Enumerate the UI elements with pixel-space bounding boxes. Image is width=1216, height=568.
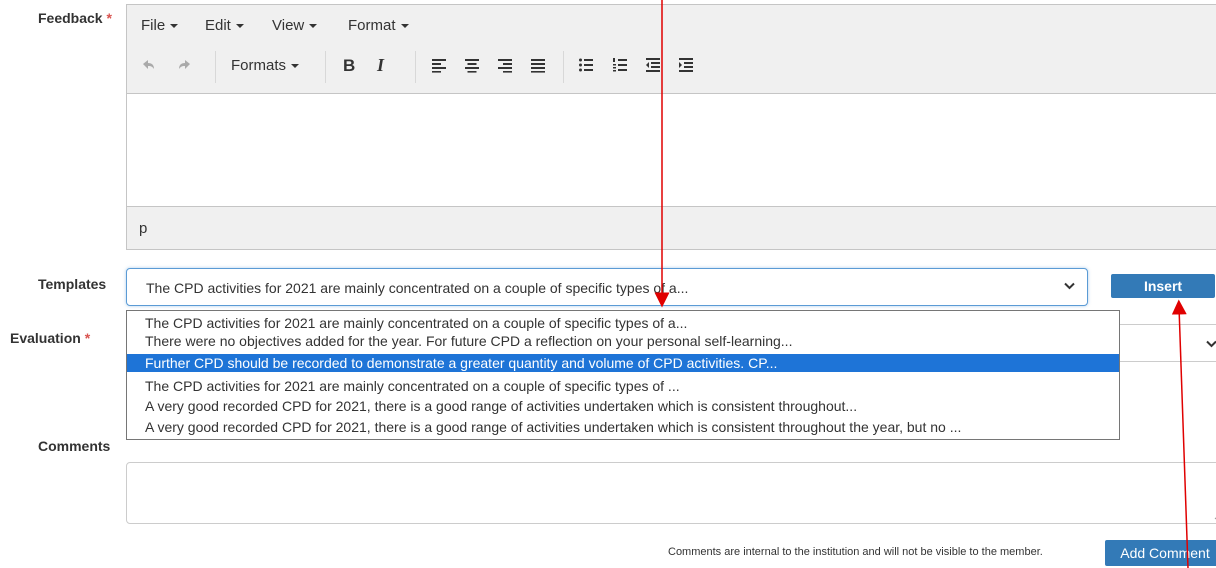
align-left-icon[interactable] [430,56,448,74]
menu-format[interactable]: Format [348,17,409,34]
undo-icon[interactable] [139,56,157,74]
align-center-icon[interactable] [463,56,481,74]
template-option[interactable]: A very good recorded CPD for 2021, there… [127,397,1119,415]
toolbar-divider [563,51,564,83]
templates-selected-value: The CPD activities for 2021 are mainly c… [146,280,689,296]
evaluation-label-text: Evaluation [10,330,81,346]
chevron-down-icon [235,24,244,29]
formats-dropdown[interactable]: Formats [231,57,300,74]
templates-dropdown-list: The CPD activities for 2021 are mainly c… [126,310,1120,440]
chevron-down-icon [291,64,300,69]
template-option[interactable]: A very good recorded CPD for 2021, there… [127,418,1119,436]
comments-note: Comments are internal to the institution… [668,546,1043,558]
template-option[interactable]: There were no objectives added for the y… [127,332,1119,350]
add-comment-button[interactable]: Add Comment [1105,540,1216,566]
templates-select[interactable]: The CPD activities for 2021 are mainly c… [126,268,1088,306]
redo-icon[interactable] [176,56,194,74]
template-option-highlighted[interactable]: Further CPD should be recorded to demons… [127,354,1119,372]
numbered-list-icon[interactable] [611,56,629,74]
menu-format-label: Format [348,17,396,34]
menu-file-label: File [141,17,166,34]
feedback-label: Feedback * [38,10,112,26]
italic-button[interactable]: I [377,55,384,76]
formats-label: Formats [231,57,287,74]
menu-view[interactable]: View [272,17,318,34]
toolbar-divider [415,51,416,83]
comments-textarea[interactable] [126,462,1216,524]
required-mark: * [84,330,91,346]
chevron-down-icon [170,24,179,29]
bold-button[interactable]: B [343,56,355,76]
menu-view-label: View [272,17,305,34]
comments-label: Comments [38,438,111,454]
feedback-label-text: Feedback [38,10,103,26]
toolbar-divider [325,51,326,83]
template-option[interactable]: The CPD activities for 2021 are mainly c… [127,377,1119,395]
menu-edit-label: Edit [205,17,231,34]
insert-button[interactable]: Insert [1111,274,1215,298]
chevron-down-icon [400,24,409,29]
bullet-list-icon[interactable] [577,56,595,74]
element-path[interactable]: p [139,220,147,237]
templates-label: Templates [38,276,107,292]
indent-icon[interactable] [677,56,695,74]
template-option[interactable]: The CPD activities for 2021 are mainly c… [127,314,1119,332]
feedback-editor: File Edit View Format Formats B I p [126,4,1216,250]
menu-file[interactable]: File [141,17,179,34]
outdent-icon[interactable] [644,56,662,74]
editor-statusbar: p [127,206,1216,249]
align-right-icon[interactable] [496,56,514,74]
chevron-down-icon [1206,340,1216,348]
toolbar-divider [215,51,216,83]
chevron-down-icon [1064,282,1075,290]
menu-edit[interactable]: Edit [205,17,244,34]
chevron-down-icon [309,24,318,29]
editor-toolbar: Formats B I [127,43,1216,94]
editor-content-area[interactable] [127,94,1216,210]
evaluation-label: Evaluation * [10,330,90,346]
align-justify-icon[interactable] [529,56,547,74]
editor-menubar: File Edit View Format [127,5,1216,43]
required-mark: * [106,10,112,26]
